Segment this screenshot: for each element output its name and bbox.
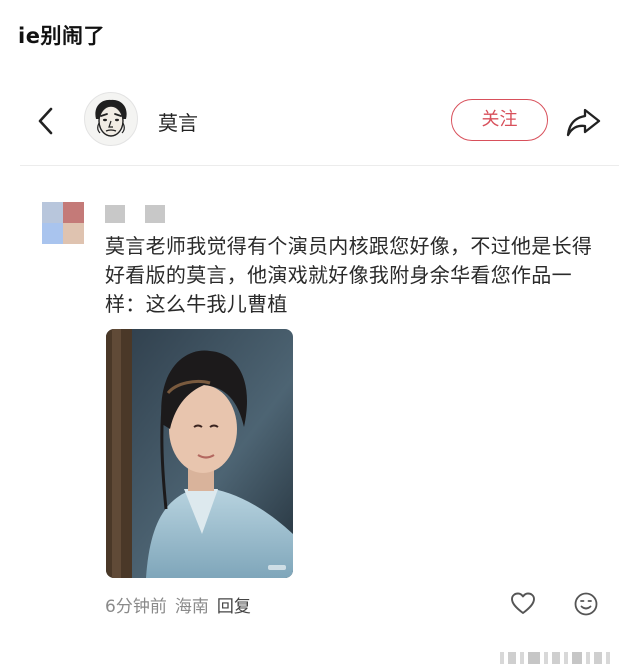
author-name[interactable]: 莫言 (158, 107, 198, 136)
header-divider (20, 165, 619, 166)
share-icon[interactable] (563, 102, 603, 142)
redaction-block (145, 205, 165, 223)
comment-text: 莫言老师我觉得有个演员内核跟您好像，不过他是长得好看版的莫言，他演戏就好像我附身… (105, 234, 593, 316)
avatar-pixel (42, 223, 63, 244)
comment-time: 6分钟前 (105, 597, 167, 617)
smiley-icon[interactable] (572, 590, 600, 618)
profile-header: 莫言 关注 (0, 90, 639, 158)
post-caption: ie别闹了 (18, 24, 105, 48)
comment-image[interactable] (106, 329, 293, 578)
avatar-pixel (42, 202, 63, 223)
author-avatar[interactable] (84, 92, 138, 146)
avatar-pixel (63, 202, 84, 223)
comment-location: 海南 (174, 597, 209, 617)
commenter-avatar[interactable] (42, 202, 84, 244)
follow-button[interactable]: 关注 (451, 99, 548, 141)
comment-meta: 6分钟前 海南 回复 (105, 592, 259, 617)
back-icon[interactable] (30, 104, 64, 138)
redaction-block (105, 205, 125, 223)
reply-button[interactable]: 回复 (217, 597, 251, 617)
avatar-pixel (63, 223, 84, 244)
heart-icon[interactable] (509, 590, 537, 618)
watermark-graphic (500, 652, 610, 664)
commenter-name-redacted[interactable] (105, 205, 167, 223)
